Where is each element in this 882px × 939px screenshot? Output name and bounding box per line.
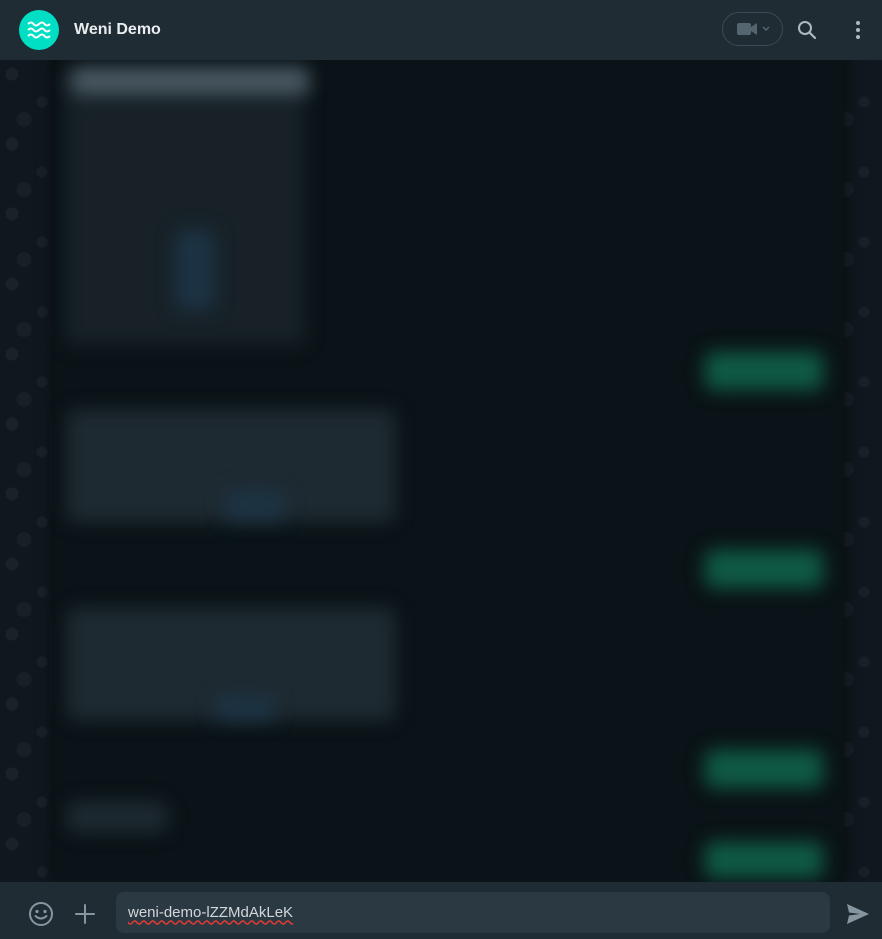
plus-icon [75,904,95,924]
attach-button[interactable] [73,902,97,926]
menu-button[interactable] [846,18,870,42]
video-call-button[interactable] [722,12,783,46]
send-button[interactable] [845,902,871,928]
message-bubble-incoming [71,68,309,94]
message-bubble-outgoing [705,550,823,588]
message-input[interactable]: weni-demo-lZZMdAkLeK [116,892,830,933]
message-bubble-incoming [215,695,275,720]
emoji-icon [29,902,53,926]
send-icon [847,904,869,924]
chat-area [0,60,882,882]
message-bubble-incoming [67,802,167,832]
contact-name[interactable]: Weni Demo [74,20,161,40]
message-bubble-outgoing [705,842,823,878]
message-bubble-outgoing [705,750,823,788]
message-bubble-incoming [175,230,215,310]
search-icon [798,21,817,40]
message-bubble-outgoing [705,352,823,390]
chevron-down-icon [762,26,769,31]
video-camera-icon [736,23,757,35]
menu-dots-icon [856,21,860,39]
search-button[interactable] [795,18,819,42]
emoji-button[interactable] [28,901,54,927]
composer-bar: weni-demo-lZZMdAkLeK [0,882,882,939]
weni-waves-icon [27,21,51,39]
contact-avatar[interactable] [19,10,59,50]
message-input-text[interactable]: weni-demo-lZZMdAkLeK [128,903,293,923]
wallpaper-pattern [0,60,60,882]
blurred-messages [55,60,844,882]
message-bubble-incoming [225,490,285,520]
chat-header: Weni Demo [0,0,882,60]
